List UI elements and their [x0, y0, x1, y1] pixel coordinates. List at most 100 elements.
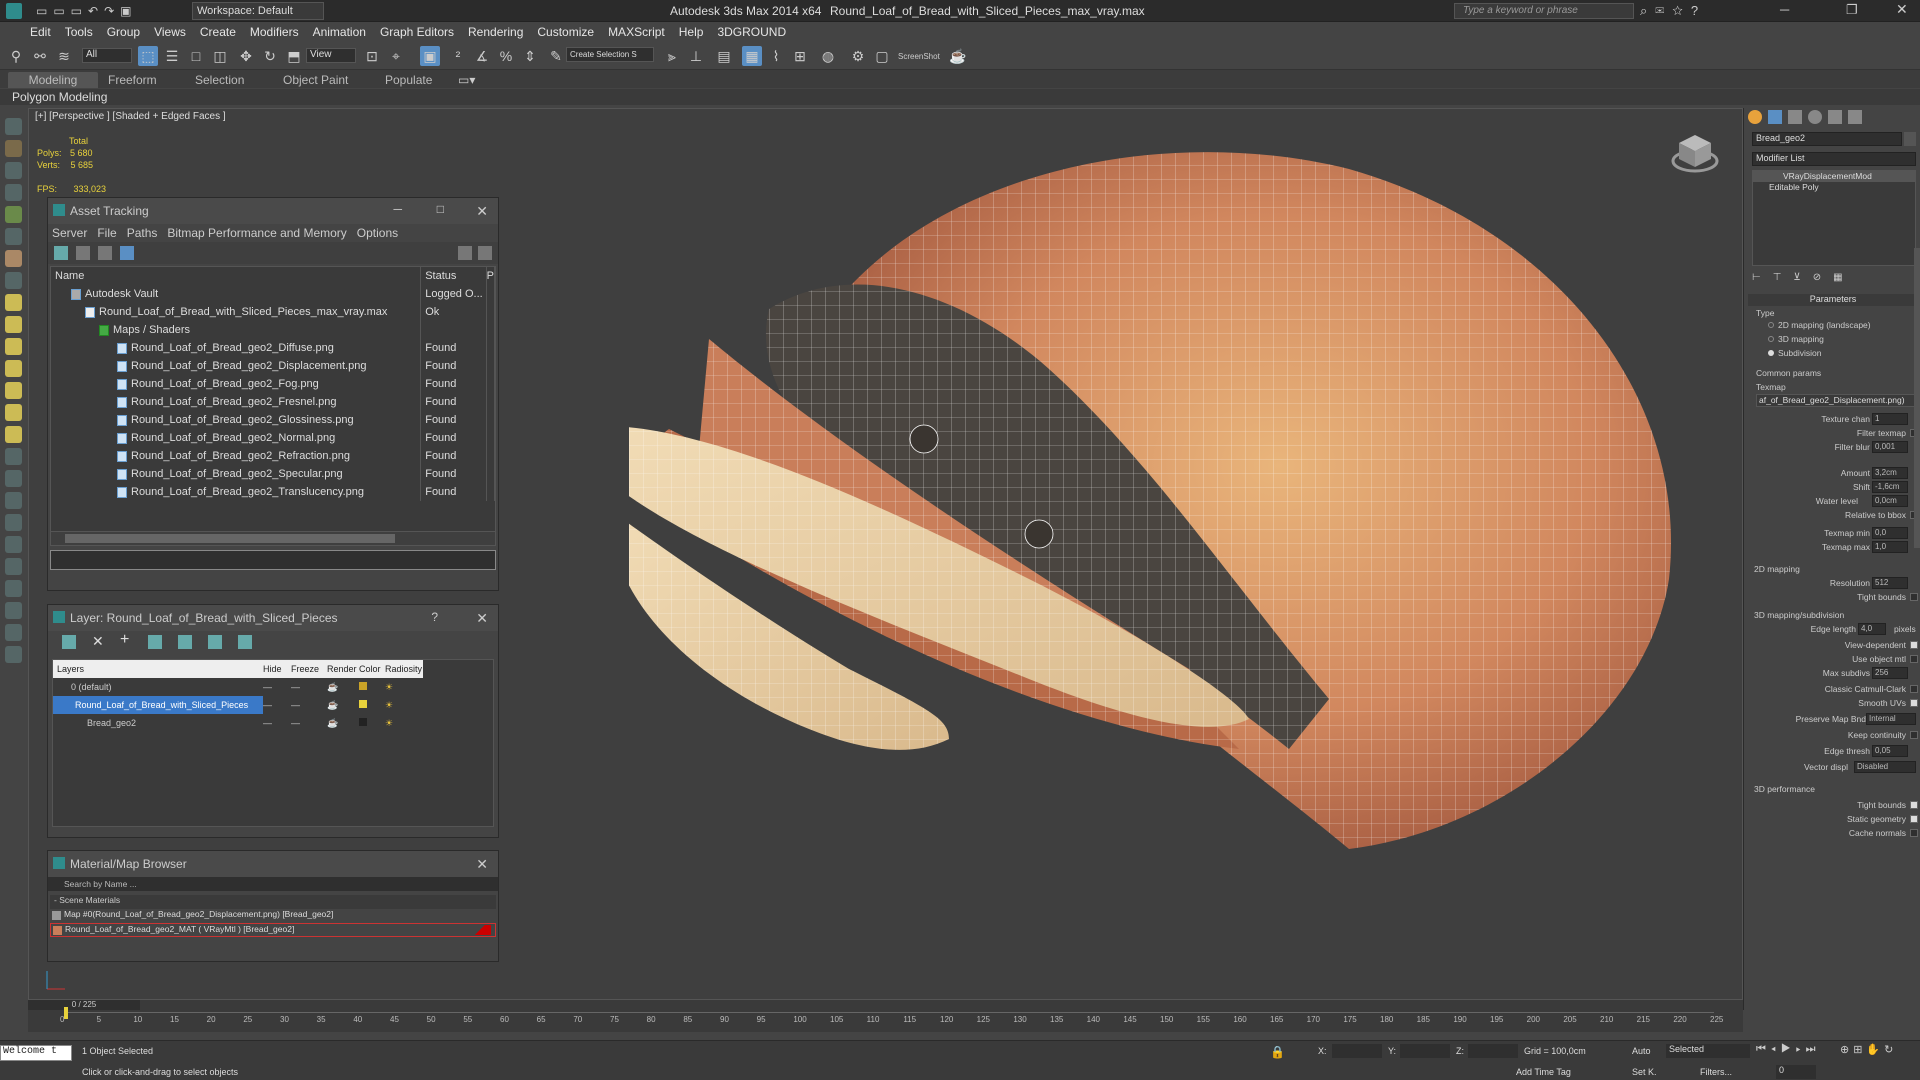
edge-thresh-spinner[interactable]: 0,05 [1872, 745, 1908, 757]
angle-snap-icon[interactable]: ∡ [472, 46, 492, 66]
table-row[interactable]: Round_Loaf_of_Bread_geo2_Glossiness.png F… [51, 411, 496, 429]
layer-row[interactable]: 0 (default) — — ☕ ☀ [53, 678, 423, 696]
sphere-tool-icon[interactable] [5, 272, 22, 289]
help-tool-icon[interactable] [5, 646, 22, 663]
menu-rendering[interactable]: Rendering [468, 25, 523, 39]
radio-subdivision[interactable]: Subdivision [1752, 348, 1912, 358]
object-tool-icon[interactable] [5, 118, 22, 135]
material-item[interactable]: Map #0(Round_Loaf_of_Bread_geo2_Displace… [50, 909, 496, 923]
col-status[interactable]: Status [420, 267, 487, 285]
select-by-name-icon[interactable]: ☰ [162, 46, 182, 66]
refresh-icon[interactable] [54, 246, 68, 260]
menu-views[interactable]: Views [154, 25, 186, 39]
keyword-search-input[interactable]: Type a keyword or phrase [1454, 3, 1634, 19]
hide-toggle[interactable]: — [263, 696, 291, 714]
select-manipulate-icon[interactable]: ⌖ [386, 46, 406, 66]
maximize-icon[interactable]: ❐ [1846, 2, 1858, 18]
perf-tight-bounds-checkbox[interactable] [1910, 801, 1918, 809]
static-geometry-checkbox[interactable] [1910, 815, 1918, 823]
hide-toggle[interactable]: — [263, 714, 291, 732]
object-name-field[interactable]: Bread_geo2 [1752, 132, 1902, 146]
menu-graph-editors[interactable]: Graph Editors [380, 25, 454, 39]
named-selection-dropdown[interactable]: Create Selection S [566, 47, 654, 62]
col-render[interactable]: Render [327, 660, 359, 678]
hair-tool-icon[interactable] [5, 536, 22, 553]
cone-tool-icon[interactable] [5, 360, 22, 377]
radiosity-icon[interactable]: ☀ [385, 714, 423, 732]
utilities-tab-icon[interactable] [1848, 110, 1862, 124]
keep-continuity-checkbox[interactable] [1910, 731, 1918, 739]
keyboard-shortcut-toggle-icon[interactable]: ▣ [420, 46, 440, 66]
scale-icon[interactable]: ⬒ [284, 46, 304, 66]
light-tool-icon[interactable] [5, 162, 22, 179]
link-icon[interactable]: ⚲ [6, 46, 26, 66]
key-filter-dropdown[interactable]: Selected [1666, 1044, 1750, 1058]
edge-length-spinner[interactable]: 4,0 [1858, 623, 1886, 635]
freeze-all-layers-icon[interactable] [238, 635, 252, 649]
box-tool-icon[interactable] [5, 294, 22, 311]
shift-spinner[interactable]: -1,6cm [1872, 481, 1908, 493]
key-filters-button[interactable]: Filters... [1700, 1067, 1732, 1077]
render-toggle[interactable]: ☕ [327, 678, 359, 696]
globe-tool-icon[interactable] [5, 558, 22, 575]
menu-edit[interactable]: Edit [30, 25, 51, 39]
add-time-tag[interactable]: Add Time Tag [1516, 1067, 1571, 1077]
settings-icon[interactable] [478, 246, 492, 260]
radio-2d-mapping[interactable]: 2D mapping (landscape) [1752, 320, 1912, 330]
material-browser-titlebar[interactable]: Material/Map Browser ✕ [48, 851, 498, 877]
classic-catmull-clark-checkbox[interactable] [1910, 685, 1918, 693]
material-editor-icon[interactable]: ◍ [818, 46, 838, 66]
percent-snap-icon[interactable]: % [496, 46, 516, 66]
water-level-spinner[interactable]: 0,0cm [1872, 495, 1908, 507]
sun-tool-icon[interactable] [5, 404, 22, 421]
col-color[interactable]: Color [359, 660, 385, 678]
table-row[interactable]: Round_Loaf_of_Bread_geo2_Fresnel.png Foun… [51, 393, 496, 411]
cache-normals-checkbox[interactable] [1910, 829, 1918, 837]
command-panel-scrollbar[interactable] [1914, 248, 1920, 548]
tube-tool-icon[interactable] [5, 426, 22, 443]
menu-customize[interactable]: Customize [537, 25, 594, 39]
menu-bitmap-performance[interactable]: Bitmap Performance and Memory [167, 226, 346, 240]
menu-options[interactable]: Options [357, 226, 398, 240]
help-icon[interactable] [458, 246, 472, 260]
use-object-mtl-checkbox[interactable] [1910, 655, 1918, 663]
tight-bounds-2d-checkbox[interactable] [1910, 593, 1918, 601]
resolution-spinner[interactable]: 512 [1872, 577, 1908, 589]
col-freeze[interactable]: Freeze [291, 660, 327, 678]
highlight-layer-icon[interactable] [178, 635, 192, 649]
select-layer-objects-icon[interactable] [148, 635, 162, 649]
current-frame-marker[interactable] [64, 1007, 68, 1019]
ribbon-options-icon[interactable]: ▭▾ [458, 72, 475, 88]
freeze-toggle[interactable]: — [291, 678, 327, 696]
menu-3dground[interactable]: 3DGROUND [717, 25, 786, 39]
amount-spinner[interactable]: 3,2cm [1872, 467, 1908, 479]
radiosity-icon[interactable]: ☀ [385, 678, 423, 696]
add-to-layer-icon[interactable]: + [120, 631, 129, 649]
pivot-center-icon[interactable]: ⊡ [362, 46, 382, 66]
app-logo-icon[interactable] [6, 3, 22, 19]
rendered-frame-icon[interactable]: ▢ [872, 46, 892, 66]
display-tab-icon[interactable] [1828, 110, 1842, 124]
layer-row[interactable]: Round_Loaf_of_Bread_with_Sliced_Pieces —… [53, 696, 423, 714]
menu-modifiers[interactable]: Modifiers [250, 25, 299, 39]
auto-key-button[interactable]: Auto [1632, 1046, 1651, 1056]
smooth-uvs-checkbox[interactable] [1910, 699, 1918, 707]
render-toggle[interactable]: ☕ [327, 714, 359, 732]
timeline-track[interactable]: 0 5 10 15 20 25 30 35 40 45 50 55 60 65 70 75 80 85 90 95 10… [60, 1007, 1723, 1028]
x-coord-field[interactable] [1332, 1044, 1382, 1058]
spinner-snap-icon[interactable]: ⇕ [520, 46, 540, 66]
horizontal-scrollbar[interactable] [51, 531, 495, 545]
table-row[interactable]: Autodesk Vault Logged O... [51, 285, 496, 303]
close-material-browser-icon[interactable]: ✕ [476, 856, 488, 873]
perspective-viewport[interactable]: [+] [Perspective ] [Shaded + Edged Faces… [28, 108, 1743, 1000]
table-row[interactable]: Round_Loaf_of_Bread_geo2_Diffuse.png Foun… [51, 339, 496, 357]
material-item[interactable]: Round_Loaf_of_Bread_geo2_MAT ( VRayMtl )… [50, 923, 496, 937]
col-layers[interactable]: Layers [53, 660, 263, 678]
layer-color-swatch[interactable] [359, 714, 385, 732]
layer-help-icon[interactable]: ? [431, 610, 438, 624]
radio-3d-mapping[interactable]: 3D mapping [1752, 334, 1912, 344]
window-crossing-icon[interactable]: ◫ [210, 46, 230, 66]
scrollbar-thumb[interactable] [65, 534, 395, 543]
playback-controls-icons[interactable]: ⏮◂▶▸⏭ [1756, 1043, 1821, 1056]
close-icon[interactable]: ✕ [1896, 1, 1908, 18]
